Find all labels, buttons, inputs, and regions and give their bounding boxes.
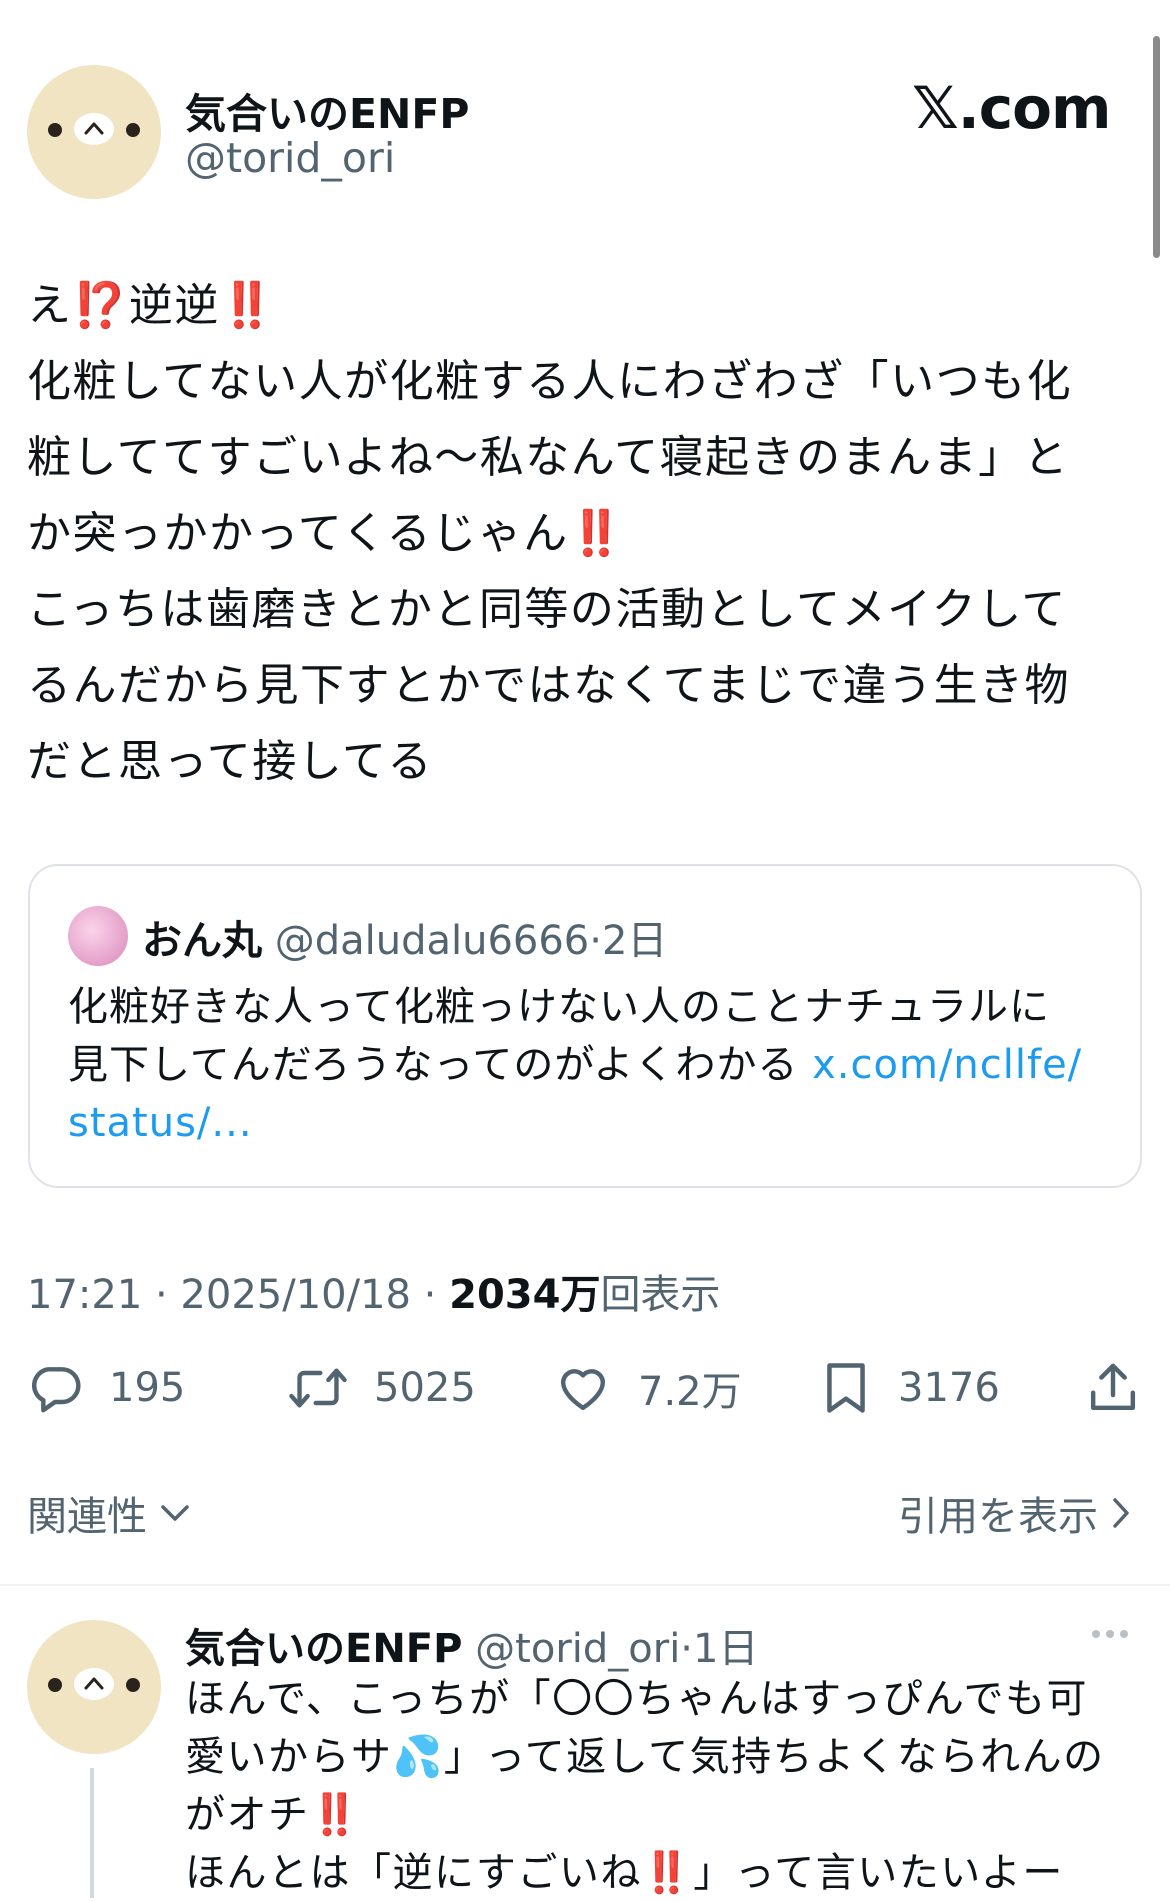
- avatar-eye-left: [48, 1678, 62, 1692]
- reply-button[interactable]: 195: [27, 1358, 185, 1418]
- view-quotes-link[interactable]: 引用を表示: [898, 1484, 1132, 1542]
- author-handle[interactable]: @torid_ori: [185, 134, 395, 182]
- quoted-author-avatar: [68, 906, 128, 966]
- post-line: 化粧してない人が化粧する人にわざわざ「いつも化: [27, 356, 1073, 407]
- reply-header: 気合いのENFP @torid_ori·1日: [185, 1616, 758, 1674]
- double-exclamation-emoji: ‼️: [641, 1850, 694, 1896]
- x-logo: 𝕏.com: [912, 74, 1111, 142]
- like-count: 7.2万: [638, 1369, 742, 1415]
- thread-line: [90, 1768, 94, 1898]
- repost-count: 5025: [374, 1365, 476, 1411]
- author-display-name[interactable]: 気合いのENFP: [185, 80, 469, 140]
- post-line: こっちは歯磨きとかと同等の活動としてメイクして: [27, 584, 1067, 635]
- avatar-eye-left: [48, 123, 62, 137]
- reply-line: ほんで、こっちが「〇〇ちゃんはすっぴんでも可: [185, 1676, 1088, 1722]
- text-run: 逆逆: [128, 280, 220, 331]
- text-run: え: [27, 280, 73, 331]
- reply-line: 愛いからサ💦」って返して気持ちよくなられんの: [185, 1728, 1145, 1786]
- bookmark-icon: [827, 1363, 865, 1413]
- avatar-mouth-icon: [84, 1677, 104, 1690]
- text-run: 愛いからサ: [185, 1734, 393, 1780]
- share-button[interactable]: [1085, 1358, 1141, 1418]
- avatar-mouth-icon: [84, 122, 104, 135]
- dot: [1120, 1630, 1128, 1638]
- quoted-author-name: おん丸: [142, 918, 262, 964]
- double-exclamation-emoji: ‼️: [309, 1792, 361, 1838]
- dot: [1092, 1630, 1100, 1638]
- chevron-right-icon: [1113, 1498, 1129, 1528]
- bookmark-count: 3176: [898, 1365, 1000, 1411]
- sort-dropdown[interactable]: 関連性: [27, 1484, 193, 1542]
- chevron-down-icon: [161, 1505, 189, 1521]
- quoted-author-handle-time: @daludalu6666·2日: [274, 918, 668, 964]
- reply-author-avatar[interactable]: [27, 1620, 161, 1754]
- post-line: か突っかかってくるじゃん‼️: [27, 496, 1137, 572]
- view-quotes-label: 引用を表示: [898, 1494, 1098, 1540]
- text-run: か突っかかってくるじゃん: [27, 508, 569, 559]
- text-run: ほんとは「逆にすごいね: [185, 1850, 642, 1896]
- quote-line: 見下してんだろうなってのがよくわかる x.com/ncllfe/: [68, 1036, 1118, 1094]
- text-run: 」って言いたいよー: [693, 1850, 1064, 1896]
- reply-author-handle-time[interactable]: @torid_ori·1日: [462, 1626, 758, 1672]
- reply-text: ほんで、こっちが「〇〇ちゃんはすっぴんでも可 愛いからサ💦」って返して気持ちよく…: [185, 1670, 1145, 1902]
- post-line: 粧しててすごいよね〜私なんて寝起きのまんま」と: [27, 432, 1070, 483]
- post-line: るんだから見下すとかではなくてまじで違う生き物: [27, 660, 1070, 711]
- text-run: 見下してんだろうなってのがよくわかる: [68, 1042, 799, 1088]
- reply-line: ほんとは「逆にすごいね‼️」って言いたいよー: [185, 1844, 1145, 1902]
- avatar-snout: [74, 1668, 114, 1700]
- quoted-post-card[interactable]: おん丸 @daludalu6666·2日 化粧好きな人って化粧っけない人のことナ…: [28, 864, 1142, 1188]
- quote-line: 化粧好きな人って化粧っけない人のことナチュラルに: [68, 984, 1050, 1030]
- quoted-link[interactable]: x.com/ncllfe/: [812, 1042, 1082, 1088]
- dot: [1106, 1630, 1114, 1638]
- section-divider: [0, 1584, 1170, 1586]
- post-text: え⁉️逆逆‼️ 化粧してない人が化粧する人にわざわざ「いつも化 粧しててすごいよ…: [27, 268, 1137, 800]
- double-exclamation-emoji: ‼️: [568, 508, 625, 559]
- bookmark-button[interactable]: 3176: [820, 1358, 1000, 1418]
- avatar-eye-right: [126, 123, 140, 137]
- avatar-eye-right: [126, 1678, 140, 1692]
- more-options-icon[interactable]: [1092, 1630, 1128, 1638]
- repost-button[interactable]: 5025: [288, 1358, 476, 1418]
- views-label: 回表示: [600, 1272, 721, 1318]
- views-count: 2034万: [449, 1272, 601, 1318]
- reply-icon: [32, 1367, 81, 1413]
- author-avatar[interactable]: [27, 65, 161, 199]
- text-run: がオチ: [185, 1792, 310, 1838]
- reply-count: 195: [109, 1365, 186, 1411]
- reply-line: がオチ‼️: [185, 1786, 1145, 1844]
- double-exclamation-emoji: ‼️: [219, 280, 277, 331]
- like-button[interactable]: 7.2万: [554, 1358, 742, 1418]
- exclamation-question-emoji: ⁉️: [72, 280, 129, 331]
- scrollbar[interactable]: [1153, 36, 1160, 258]
- avatar-snout: [74, 113, 114, 145]
- sort-label: 関連性: [27, 1494, 147, 1540]
- sweat-droplets-emoji: 💦: [392, 1734, 444, 1780]
- post-line: だと思って接してる: [27, 736, 433, 787]
- quoted-post-header: おん丸 @daludalu6666·2日: [142, 908, 667, 966]
- post-timestamp-views: 17:21 · 2025/10/18 · 2034万回表示: [27, 1262, 720, 1320]
- reply-author-name[interactable]: 気合いのENFP: [185, 1626, 462, 1672]
- repost-icon: [289, 1368, 347, 1408]
- post-line: え⁉️逆逆‼️: [27, 268, 1137, 344]
- share-icon: [1090, 1363, 1136, 1411]
- quoted-post-text: 化粧好きな人って化粧っけない人のことナチュラルに 見下してんだろうなってのがよく…: [68, 978, 1118, 1152]
- quoted-link-continued[interactable]: status/...: [68, 1094, 1118, 1152]
- text-run: 」って返して気持ちよくなられんの: [443, 1734, 1105, 1780]
- heart-icon: [560, 1369, 606, 1411]
- post-timestamp[interactable]: 17:21 · 2025/10/18 ·: [27, 1272, 449, 1318]
